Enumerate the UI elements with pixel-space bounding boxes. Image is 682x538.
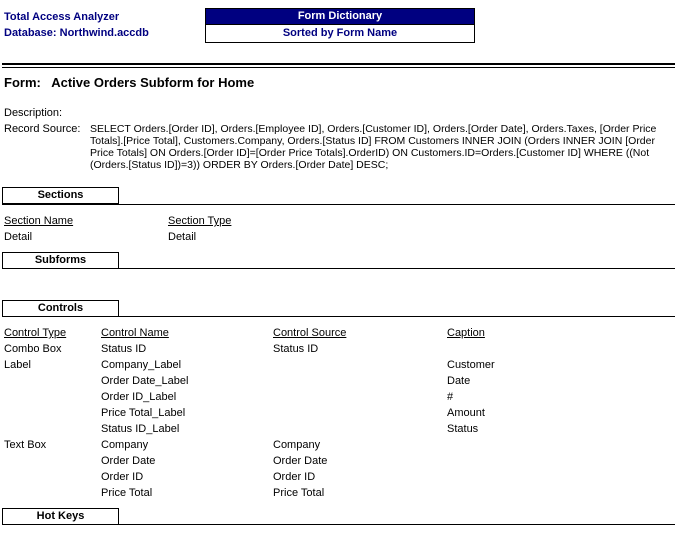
subforms-heading: Subforms bbox=[2, 252, 119, 269]
controls-heading: Controls bbox=[2, 300, 119, 317]
control-type-cell: Text Box bbox=[4, 439, 47, 451]
control-source-cell: Order Date bbox=[273, 455, 328, 467]
caption-cell: Date bbox=[447, 375, 471, 387]
form-name: Active Orders Subform for Home bbox=[51, 75, 255, 90]
subforms-divider bbox=[2, 268, 675, 269]
caption-cell: Amount bbox=[447, 407, 485, 419]
control-type-cell: Combo Box bbox=[4, 343, 62, 355]
control-name-cell: Status ID bbox=[101, 343, 147, 355]
control-name-cell: Order ID bbox=[101, 471, 144, 483]
control-name-cell: Company bbox=[101, 439, 149, 451]
hot-keys-divider bbox=[2, 524, 675, 525]
control-source-cell: Price Total bbox=[273, 487, 325, 499]
column-header-section-type: Section Type bbox=[168, 215, 232, 227]
control-source-cell: Company bbox=[273, 439, 321, 451]
section-name-cell: Detail bbox=[4, 231, 33, 243]
control-name-cell: Price Total bbox=[101, 487, 153, 499]
description-label: Description: bbox=[4, 107, 63, 119]
app-name: Total Access Analyzer bbox=[4, 11, 120, 23]
column-header-control-type: Control Type bbox=[4, 327, 67, 339]
control-name-cell: Order ID_Label bbox=[101, 391, 177, 403]
control-source-cell: Order ID bbox=[273, 471, 316, 483]
form-heading: Form: Active Orders Subform for Home bbox=[4, 75, 254, 90]
record-source-label: Record Source: bbox=[4, 123, 81, 135]
control-name-cell: Order Date bbox=[101, 455, 156, 467]
hot-keys-heading: Hot Keys bbox=[2, 508, 119, 525]
report-title-box: Form Dictionary Sorted by Form Name bbox=[205, 8, 475, 43]
control-name-cell: Status ID_Label bbox=[101, 423, 180, 435]
control-name-cell: Order Date_Label bbox=[101, 375, 189, 387]
section-type-cell: Detail bbox=[168, 231, 197, 243]
sections-heading: Sections bbox=[2, 187, 119, 204]
caption-cell: Status bbox=[447, 423, 479, 435]
caption-cell: Customer bbox=[447, 359, 495, 371]
column-header-caption: Caption bbox=[447, 327, 485, 339]
header-divider-bottom bbox=[2, 67, 675, 68]
header-divider-top bbox=[2, 63, 675, 65]
report-subtitle: Sorted by Form Name bbox=[206, 24, 474, 42]
column-header-control-source: Control Source bbox=[273, 327, 347, 339]
column-header-section-name: Section Name bbox=[4, 215, 74, 227]
database-name: Database: Northwind.accdb bbox=[4, 27, 149, 39]
report-title: Form Dictionary bbox=[206, 9, 474, 24]
column-header-control-name: Control Name bbox=[101, 327, 169, 339]
form-label: Form: bbox=[4, 75, 41, 90]
sections-divider bbox=[2, 204, 675, 205]
control-name-cell: Company_Label bbox=[101, 359, 182, 371]
control-source-cell: Status ID bbox=[273, 343, 319, 355]
controls-divider bbox=[2, 316, 675, 317]
record-source-value: SELECT Orders.[Order ID], Orders.[Employ… bbox=[90, 123, 657, 171]
caption-cell: # bbox=[447, 391, 454, 403]
control-name-cell: Price Total_Label bbox=[101, 407, 186, 419]
control-type-cell: Label bbox=[4, 359, 31, 371]
